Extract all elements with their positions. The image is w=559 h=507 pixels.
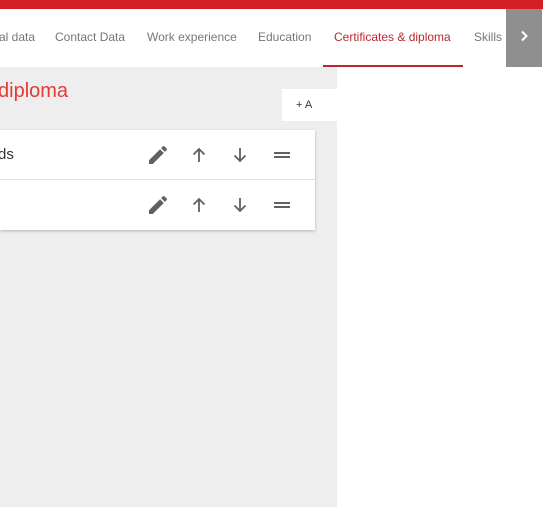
drag-handle-icon[interactable] xyxy=(270,193,294,217)
tab-skills[interactable]: Skills xyxy=(474,9,502,67)
tabs-scroll-next-button[interactable] xyxy=(506,9,542,67)
pencil-icon[interactable] xyxy=(146,193,170,217)
pencil-icon[interactable] xyxy=(146,143,170,167)
drag-handle-icon[interactable] xyxy=(270,143,294,167)
side-panel xyxy=(337,67,543,507)
right-edge xyxy=(543,0,559,507)
tab-contact-data[interactable]: Contact Data xyxy=(55,9,125,67)
chevron-right-icon xyxy=(518,29,530,47)
tab-personal-data[interactable]: al data xyxy=(0,9,35,67)
tab-bar: al data Contact Data Work experience Edu… xyxy=(0,9,543,67)
top-bar xyxy=(0,0,543,9)
arrow-up-icon[interactable] xyxy=(187,193,211,217)
tab-certificates-diploma[interactable]: Certificates & diploma xyxy=(334,9,451,67)
section-title: diploma xyxy=(0,80,69,102)
tab-work-experience[interactable]: Work experience xyxy=(147,9,237,67)
arrow-down-icon[interactable] xyxy=(228,193,252,217)
list-item-label: ds xyxy=(0,146,14,163)
list-item xyxy=(0,180,315,230)
certificates-list: ds xyxy=(0,130,315,230)
list-item: ds xyxy=(0,130,315,180)
arrow-down-icon[interactable] xyxy=(228,143,252,167)
arrow-up-icon[interactable] xyxy=(187,143,211,167)
tab-education[interactable]: Education xyxy=(258,9,311,67)
add-button[interactable]: + A xyxy=(282,89,342,121)
